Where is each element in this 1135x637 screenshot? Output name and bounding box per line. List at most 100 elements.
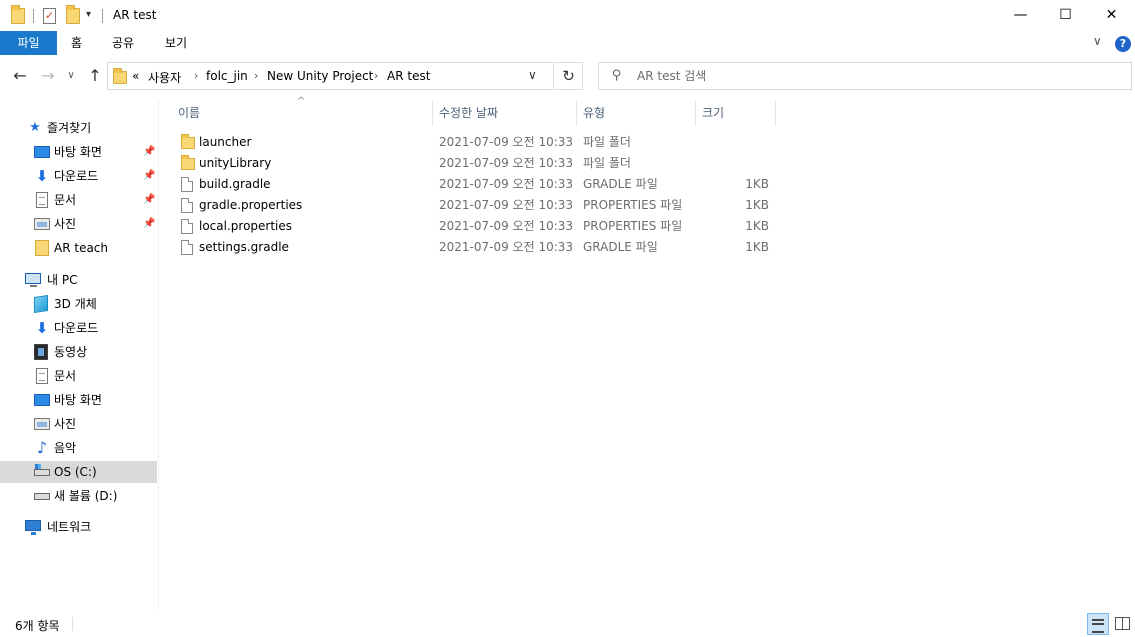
sidebar-item-pictures[interactable]: 사진 [0,413,157,435]
breadcrumb-separator[interactable]: › [194,69,198,82]
breadcrumb-item[interactable]: AR test [387,69,430,83]
file-row-build-gradle[interactable]: build.gradle 2021-07-09 오전 10:33 GRADLE … [172,174,776,195]
file-type: 파일 폴더 [583,135,631,149]
folder-icon [11,5,25,24]
pictures-icon [34,418,50,430]
forward-button[interactable]: → [37,65,59,87]
search-input[interactable] [637,67,1117,85]
close-button[interactable]: ✕ [1089,0,1134,31]
sidebar-item-3d-objects[interactable]: 3D 개체 [0,293,157,315]
file-row-settings-gradle[interactable]: settings.gradle 2021-07-09 오전 10:33 GRAD… [172,237,776,258]
video-icon [34,344,48,360]
file-date: 2021-07-09 오전 10:33 [439,240,574,254]
file-row-gradle-properties[interactable]: gradle.properties 2021-07-09 오전 10:33 PR… [172,195,776,216]
sidebar-item-desktop[interactable]: 바탕 화면 [0,389,157,411]
sidebar-item-network[interactable]: 네트워크 [0,516,157,538]
navigation-pane-divider[interactable] [158,100,159,610]
breadcrumb-item[interactable]: 사용자 [148,69,181,86]
tab-view[interactable]: 보기 [165,31,187,55]
sidebar-item-drive-c[interactable]: OS (C:) [0,461,157,483]
sidebar-item-downloads[interactable]: ⬇ 다운로드 [0,317,157,339]
status-separator [72,617,73,631]
details-view-button[interactable] [1087,613,1109,635]
sidebar-item-drive-d[interactable]: 새 볼륨 (D:) [0,485,157,507]
address-dropdown-icon[interactable]: ∨ [528,68,537,82]
folder-icon [35,240,49,256]
file-name: unityLibrary [199,156,272,170]
sidebar-item-videos[interactable]: 동영상 [0,341,157,363]
status-item-count: 6개 항목 [15,619,60,633]
sidebar-item-downloads-pinned[interactable]: ⬇ 다운로드 📌 [0,165,157,187]
file-date: 2021-07-09 오전 10:33 [439,177,574,191]
sidebar-item-label: 문서 [54,193,77,207]
back-button[interactable]: ← [9,65,31,87]
pin-icon[interactable]: 📌 [143,213,155,235]
search-box[interactable]: ⚲ [598,62,1132,90]
document-icon [36,368,48,384]
sidebar-item-label: 즐겨찾기 [47,121,92,135]
large-icons-view-button[interactable] [1112,613,1132,633]
sidebar-item-label: 다운로드 [54,321,99,335]
file-date: 2021-07-09 오전 10:33 [439,156,574,170]
up-button[interactable]: ↑ [84,65,106,87]
tab-file[interactable]: 파일 [0,31,57,55]
file-size: 1KB [745,240,769,254]
breadcrumb-separator[interactable]: › [254,69,258,82]
breadcrumb-item[interactable]: New Unity Project [267,69,373,83]
properties-icon[interactable]: ✓ [43,8,56,24]
file-name: local.properties [199,219,293,233]
sidebar-item-pictures-pinned[interactable]: 사진 📌 [0,213,157,235]
file-row-unitylibrary[interactable]: unityLibrary 2021-07-09 오전 10:33 파일 폴더 [172,153,776,174]
breadcrumb-separator[interactable]: › [374,69,378,82]
breadcrumb-item[interactable]: folc_jin [206,69,248,83]
download-icon: ⬇ [35,167,49,185]
file-size: 1KB [745,177,769,191]
column-header-size[interactable]: 크기 [696,101,776,126]
title-bar: ✓ ▾ AR test — ☐ ✕ [0,0,1135,31]
sidebar-item-label: 3D 개체 [54,297,97,311]
file-row-launcher[interactable]: launcher 2021-07-09 오전 10:33 파일 폴더 [172,132,776,153]
desktop-icon [34,394,50,406]
sidebar-item-label: 동영상 [54,345,88,359]
quick-access-separator [33,9,34,23]
file-type: GRADLE 파일 [583,240,658,254]
file-date: 2021-07-09 오전 10:33 [439,135,574,149]
folder-icon [181,155,195,170]
help-icon[interactable]: ? [1115,36,1131,52]
sidebar-item-documents-pinned[interactable]: 문서 📌 [0,189,157,211]
pin-icon[interactable]: 📌 [143,165,155,187]
sidebar-item-quick-access[interactable]: ★ 즐겨찾기 [0,117,157,139]
pin-icon[interactable]: 📌 [143,141,155,163]
file-row-local-properties[interactable]: local.properties 2021-07-09 오전 10:33 PRO… [172,216,776,237]
sidebar-item-ar-teach[interactable]: AR teach [0,237,157,259]
folder-icon [181,134,195,149]
sidebar-item-label: AR teach [54,241,109,255]
expand-ribbon-icon[interactable]: ∨ [1093,34,1102,48]
maximize-button[interactable]: ☐ [1043,0,1088,31]
tab-home[interactable]: 홈 [71,31,82,55]
column-header-type[interactable]: 유형 [577,101,696,126]
new-folder-icon[interactable] [66,5,80,24]
pin-icon[interactable]: 📌 [143,189,155,211]
sidebar-item-music[interactable]: ♪ 음악 [0,437,157,459]
sidebar-item-desktop-pinned[interactable]: 바탕 화면 📌 [0,141,157,163]
minimize-button[interactable]: — [998,0,1043,31]
file-name: settings.gradle [199,240,289,254]
sidebar-item-documents[interactable]: 문서 [0,365,157,387]
column-header-date[interactable]: 수정한 날짜 [433,101,577,126]
recent-locations-button[interactable]: ∨ [64,65,78,87]
drive-c-icon [34,464,50,476]
address-bar[interactable]: « 사용자 › folc_jin › New Unity Project › A… [107,62,554,90]
breadcrumb-overflow[interactable]: « [132,69,139,83]
quick-access-dropdown-icon[interactable]: ▾ [86,9,91,20]
search-icon: ⚲ [612,68,622,83]
file-date: 2021-07-09 오전 10:33 [439,198,574,212]
3d-objects-icon [34,295,48,313]
folder-icon [113,68,127,84]
column-header-name[interactable]: 이름 [172,101,433,126]
pc-icon [25,273,41,287]
refresh-button[interactable]: ↻ [555,62,583,90]
sidebar-item-this-pc[interactable]: 내 PC [0,269,157,291]
tab-share[interactable]: 공유 [112,31,134,55]
file-icon [181,177,193,192]
